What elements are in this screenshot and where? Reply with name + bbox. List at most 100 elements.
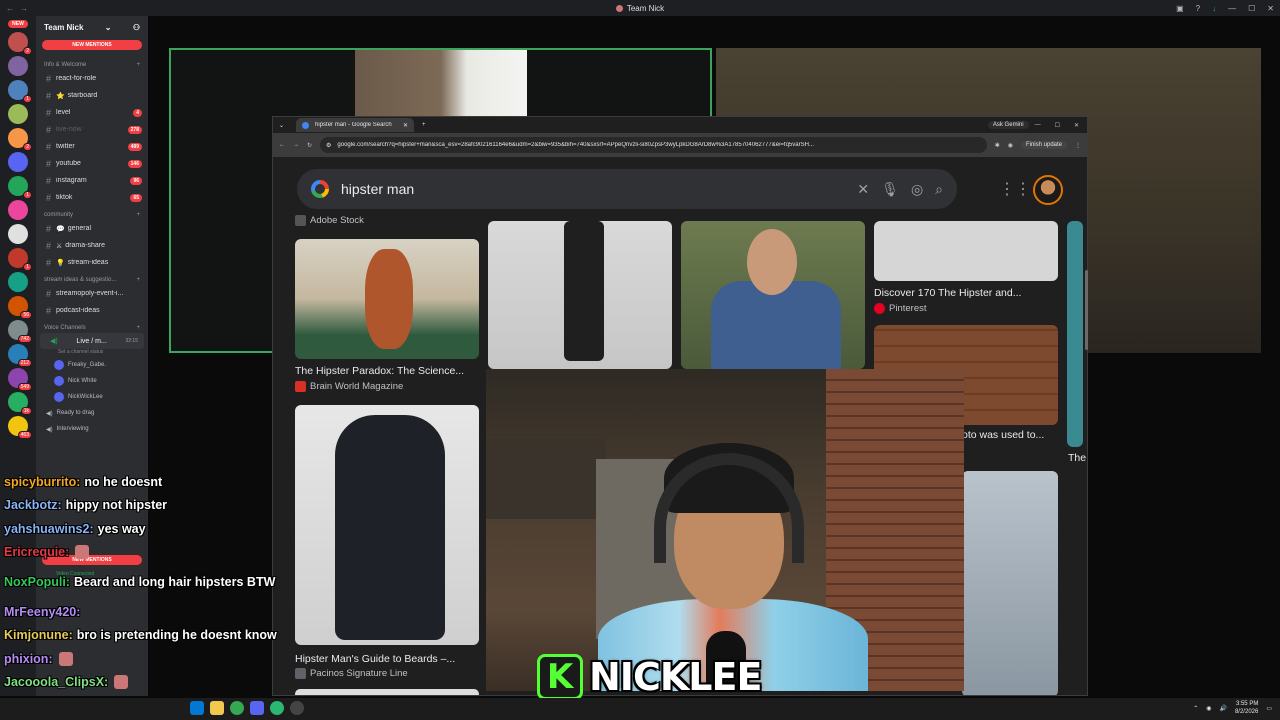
tray-chevron-icon[interactable]: ⌃ [1193, 705, 1198, 712]
add-member-icon[interactable]: ⚇ [133, 23, 140, 32]
chat-username[interactable]: Jackbotz: [4, 498, 62, 512]
chat-username[interactable]: yahshuawins2: [4, 522, 94, 536]
result-title-1[interactable]: The Hipster Paradox: The Science... [295, 365, 464, 377]
image-result-2[interactable] [488, 221, 672, 369]
chat-username[interactable]: NoxPopuli: [4, 575, 70, 590]
ask-gemini-button[interactable]: Ask Gemini [987, 121, 1029, 129]
server-icon[interactable] [8, 200, 28, 220]
profile-icon[interactable]: ◉ [1008, 142, 1013, 149]
channel-drama-share[interactable]: # ⚔ drama-share [36, 237, 148, 254]
server-icon[interactable]: 1 [8, 80, 32, 103]
discord-icon[interactable] [250, 701, 264, 715]
account-avatar[interactable] [1033, 175, 1063, 205]
chrome-icon[interactable] [230, 701, 244, 715]
result-title-5[interactable]: The [1068, 452, 1086, 464]
channel-tiktok[interactable]: # tiktok 65 [36, 189, 148, 206]
server-icon[interactable] [8, 272, 28, 292]
inbox-icon[interactable]: ▣ [1176, 4, 1184, 13]
finish-update-button[interactable]: Finish update [1020, 141, 1067, 149]
close-icon[interactable]: ✕ [1267, 4, 1274, 13]
channel-react-for-role[interactable]: # react-for-role [36, 70, 148, 87]
back-icon[interactable]: ← [279, 142, 285, 148]
volume-icon[interactable]: 🔊 [1219, 705, 1226, 712]
image-result-8[interactable] [962, 471, 1058, 695]
lens-icon[interactable]: ◎ [911, 181, 923, 198]
add-channel-icon[interactable]: + [136, 277, 140, 283]
server-icon[interactable]: 742 [8, 320, 32, 343]
server-icon[interactable]: 2 [8, 128, 32, 151]
network-icon[interactable]: ◉ [1206, 705, 1211, 712]
server-icon[interactable] [8, 224, 28, 244]
help-icon[interactable]: ? [1196, 4, 1200, 13]
channel-twitter[interactable]: # twitter 489 [36, 138, 148, 155]
files-icon[interactable] [210, 701, 224, 715]
search-input[interactable]: hipster man [341, 181, 845, 197]
category-community[interactable]: community + [36, 206, 148, 220]
address-bar[interactable]: ⚙ google.com/search?q=hipster+man&sca_es… [320, 137, 987, 153]
search-icon[interactable]: ⌕ [935, 181, 943, 198]
category-ideas[interactable]: stream ideas & suggestio... + [36, 271, 148, 285]
voice-user[interactable]: NickWickLee [36, 389, 148, 405]
clear-icon[interactable]: ✕ [857, 181, 869, 198]
tab-search-icon[interactable]: ⌄ [279, 122, 284, 129]
channel-podcast-ideas[interactable]: # podcast-ideas [36, 302, 148, 319]
channel-starboard[interactable]: # ⭐ starboard [36, 87, 148, 104]
tab-close-icon[interactable]: ✕ [403, 122, 408, 129]
category-info[interactable]: Info & Welcome + [36, 56, 148, 70]
minimize-icon[interactable]: — [1035, 122, 1041, 129]
chat-username[interactable]: phixion: [4, 652, 53, 666]
result-source-1[interactable]: Brain World Magazine [295, 381, 403, 392]
forward-arrow-icon[interactable]: → [20, 4, 28, 13]
add-channel-icon[interactable]: + [136, 325, 140, 331]
reload-icon[interactable]: ↻ [307, 142, 312, 149]
image-result-1[interactable] [295, 239, 479, 359]
chat-username[interactable]: Kimjonune: [4, 628, 73, 642]
menu-icon[interactable]: ⋮ [1075, 142, 1081, 149]
clock[interactable]: 3:55 PM 8/2/2026 [1235, 700, 1258, 716]
server-icon[interactable] [8, 104, 28, 124]
voice-user[interactable]: Freaky_Gabe. [36, 357, 148, 373]
search-box[interactable]: hipster man ✕ 🎙 ◎ ⌕ [297, 169, 957, 209]
close-icon[interactable]: ✕ [1074, 122, 1079, 129]
maximize-icon[interactable]: ☐ [1248, 4, 1255, 13]
chat-username[interactable]: Jacooola_ClipsX: [4, 675, 108, 689]
extensions-icon[interactable]: ✱ [995, 142, 1000, 149]
obs-icon[interactable] [290, 701, 304, 715]
chat-username[interactable]: spicyburrito: [4, 475, 80, 489]
server-icon[interactable]: 1 [8, 176, 32, 199]
voice-channel-ready[interactable]: ◀) Ready to drag [36, 405, 148, 421]
mic-icon[interactable]: 🎙 [881, 181, 899, 198]
category-voice[interactable]: Voice Channels + [36, 319, 148, 333]
add-channel-icon[interactable]: + [136, 212, 140, 218]
server-icon[interactable] [8, 56, 28, 76]
server-icon[interactable]: 1 [8, 248, 32, 271]
back-arrow-icon[interactable]: ← [6, 4, 14, 13]
forward-icon[interactable]: → [293, 142, 299, 148]
server-icon[interactable]: 1k [8, 392, 32, 415]
add-channel-icon[interactable]: + [136, 62, 140, 68]
minimize-icon[interactable]: — [1228, 4, 1236, 13]
new-mentions-button[interactable]: NEW MENTIONS [42, 40, 142, 50]
browser-tab[interactable]: hipster man - Google Search ✕ [296, 118, 415, 132]
server-icon[interactable] [8, 152, 28, 172]
server-icon[interactable]: 56 [8, 296, 32, 319]
chat-username[interactable]: Ericrequie: [4, 545, 69, 559]
channel-stream-ideas[interactable]: # 💡 stream-ideas [36, 254, 148, 271]
server-icon[interactable]: 2 [8, 32, 32, 55]
result-source-2[interactable]: Pinterest [874, 303, 927, 314]
voice-channel-live[interactable]: ◀) Live / m... 32:15 [40, 333, 144, 349]
channel-instagram[interactable]: # instagram 96 [36, 172, 148, 189]
image-result-6[interactable] [874, 221, 1058, 281]
chat-username[interactable]: MrFeeny420: [4, 605, 80, 619]
server-header[interactable]: Team Nick ⌄ ⚇ [36, 16, 148, 38]
server-icon[interactable]: 549 [8, 368, 32, 391]
voice-user[interactable]: Nick White [36, 373, 148, 389]
channel-youtube[interactable]: # youtube 146 [36, 155, 148, 172]
edge-icon[interactable] [270, 701, 284, 715]
channel-level[interactable]: # level 4 [36, 104, 148, 121]
nav-arrows[interactable]: ← → [6, 0, 28, 16]
results-scrollbar[interactable] [1085, 270, 1088, 350]
voice-channel-interviewing[interactable]: ◀) Interviewing [36, 421, 148, 437]
channel-status[interactable]: Set a channel status [36, 349, 148, 357]
maximize-icon[interactable]: ☐ [1055, 122, 1060, 129]
